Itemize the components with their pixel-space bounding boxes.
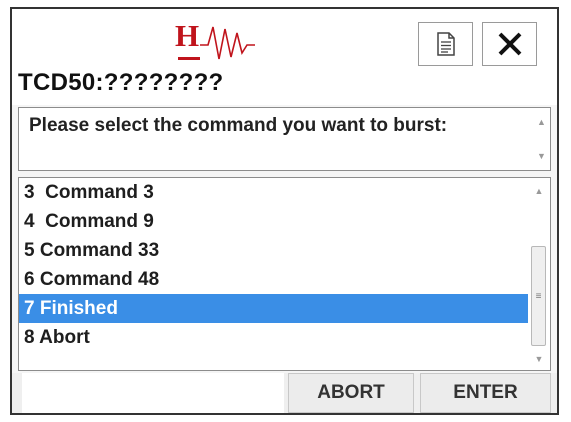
scrollbar-thumb[interactable]: ≡: [531, 246, 546, 346]
command-list-items: 3 Command 34 Command 95 Command 33 6 Comm…: [19, 178, 528, 352]
list-item[interactable]: 7 Finished: [19, 294, 528, 323]
abort-button[interactable]: ABORT: [288, 373, 414, 413]
scroll-down-arrow-icon[interactable]: ▼: [533, 150, 550, 162]
close-button[interactable]: [482, 22, 537, 66]
header: H TCD50:????????: [12, 9, 557, 105]
logo-underline: [178, 57, 200, 60]
document-button[interactable]: [418, 22, 473, 66]
list-scrollbar[interactable]: ▲ ≡ ▼: [530, 180, 548, 368]
list-item[interactable]: 5 Command 33: [19, 236, 528, 265]
footer-blank: [22, 373, 284, 413]
scroll-up-arrow-icon[interactable]: ▲: [533, 116, 550, 128]
enter-button[interactable]: ENTER: [420, 373, 551, 413]
logo-letter: H: [175, 18, 200, 53]
prompt-scrollbar[interactable]: ▲ ▼: [533, 108, 550, 170]
device-window: H TCD50:???????? Please select the comma…: [10, 7, 559, 415]
prompt-box: Please select the command you want to bu…: [18, 107, 551, 171]
waveform-icon: [200, 26, 255, 60]
document-icon: [436, 32, 455, 56]
footer: ABORT ENTER: [12, 373, 557, 413]
list-item[interactable]: 6 Command 48: [19, 265, 528, 294]
list-item[interactable]: 3 Command 3: [19, 178, 528, 207]
list-item[interactable]: 8 Abort: [19, 323, 528, 352]
command-list: 3 Command 34 Command 95 Command 33 6 Comm…: [18, 177, 551, 371]
list-item[interactable]: 4 Command 9: [19, 207, 528, 236]
close-icon: [498, 32, 521, 56]
prompt-text: Please select the command you want to bu…: [29, 115, 448, 136]
scroll-up-arrow-icon[interactable]: ▲: [530, 186, 548, 196]
page-title: TCD50:????????: [18, 69, 224, 96]
scroll-down-arrow-icon[interactable]: ▼: [530, 354, 548, 364]
brand-logo: H: [175, 19, 265, 67]
